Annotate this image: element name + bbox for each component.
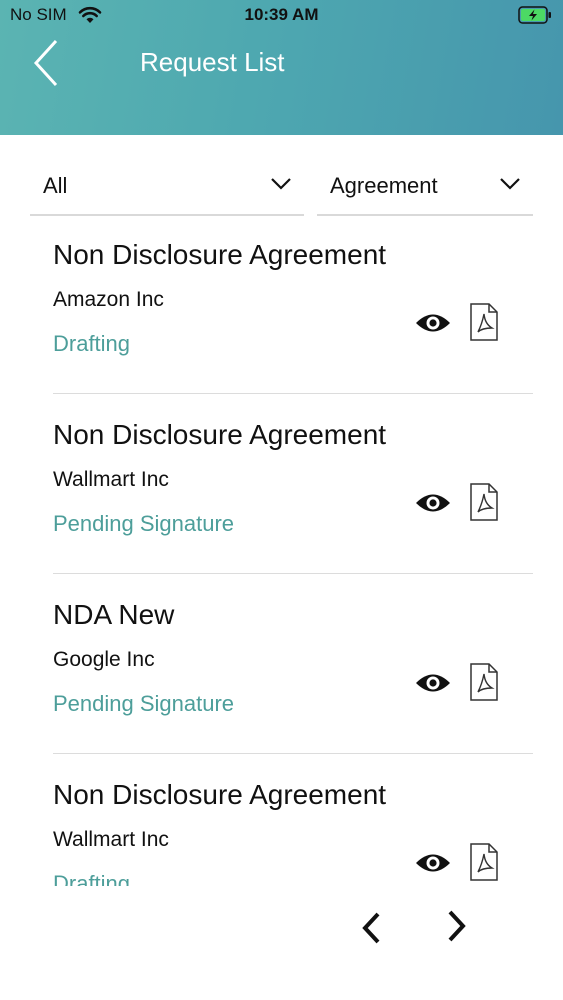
eye-icon[interactable] <box>415 671 451 695</box>
eye-icon[interactable] <box>415 491 451 515</box>
list-item[interactable]: NDA New Google Inc Pending Signature <box>53 574 533 754</box>
request-title: Non Disclosure Agreement <box>53 419 387 450</box>
list-item[interactable]: Non Disclosure Agreement Amazon Inc Draf… <box>53 214 533 394</box>
status-filter-dropdown[interactable]: All <box>30 160 304 216</box>
eye-icon[interactable] <box>415 851 451 875</box>
header-bar: No SIM 10:39 AM Request List <box>0 0 563 135</box>
request-status: Drafting <box>53 871 131 886</box>
previous-page-button[interactable] <box>358 910 386 946</box>
pdf-icon[interactable] <box>469 662 499 702</box>
list-item[interactable]: Non Disclosure Agreement Wallmart Inc Pe… <box>53 394 533 574</box>
status-bar: No SIM 10:39 AM <box>0 0 563 32</box>
request-status: Pending Signature <box>53 511 235 536</box>
status-filter-value: All <box>43 173 68 198</box>
request-title: Non Disclosure Agreement <box>53 779 387 810</box>
request-status: Pending Signature <box>53 691 235 716</box>
request-company: Google Inc <box>53 648 155 671</box>
back-button[interactable] <box>30 36 70 90</box>
request-company: Wallmart Inc <box>53 468 169 491</box>
next-page-button[interactable] <box>442 908 470 944</box>
chevron-down-icon <box>500 178 520 190</box>
pdf-icon[interactable] <box>469 302 499 342</box>
page-title: Request List <box>140 47 285 77</box>
chevron-down-icon <box>271 178 291 190</box>
request-list[interactable]: Non Disclosure Agreement Amazon Inc Draf… <box>0 214 563 886</box>
request-title: NDA New <box>53 599 175 630</box>
battery-charging-icon <box>518 6 551 24</box>
type-filter-dropdown[interactable]: Agreement <box>317 160 533 216</box>
request-title: Non Disclosure Agreement <box>53 239 387 270</box>
list-item[interactable]: Non Disclosure Agreement Wallmart Inc Dr… <box>53 754 533 886</box>
eye-icon[interactable] <box>415 311 451 335</box>
pdf-icon[interactable] <box>469 842 499 882</box>
type-filter-value: Agreement <box>330 173 438 198</box>
request-company: Amazon Inc <box>53 288 164 311</box>
request-company: Wallmart Inc <box>53 828 169 851</box>
pagination-bar <box>0 886 563 1000</box>
pdf-icon[interactable] <box>469 482 499 522</box>
request-status: Drafting <box>53 331 131 356</box>
status-time: 10:39 AM <box>244 5 319 24</box>
